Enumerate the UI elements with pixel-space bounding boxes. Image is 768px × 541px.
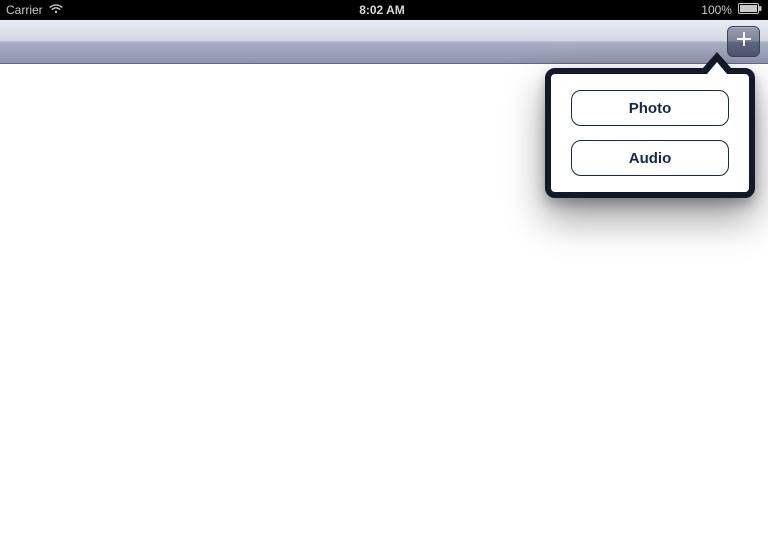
status-left: Carrier [6,3,63,17]
status-bar: Carrier 8:02 AM 100% [0,0,768,20]
status-time: 8:02 AM [359,3,405,17]
add-popover: Photo Audio [545,68,755,198]
add-button[interactable] [727,26,760,57]
wifi-icon [49,3,63,17]
status-right: 100% [701,3,762,17]
battery-percent-label: 100% [701,3,732,17]
audio-option-button[interactable]: Audio [571,140,729,176]
photo-option-label: Photo [629,100,672,117]
carrier-label: Carrier [6,3,43,17]
navigation-bar [0,20,768,64]
photo-option-button[interactable]: Photo [571,90,729,126]
plus-icon [736,31,752,52]
audio-option-label: Audio [629,150,672,167]
battery-icon [738,3,762,17]
